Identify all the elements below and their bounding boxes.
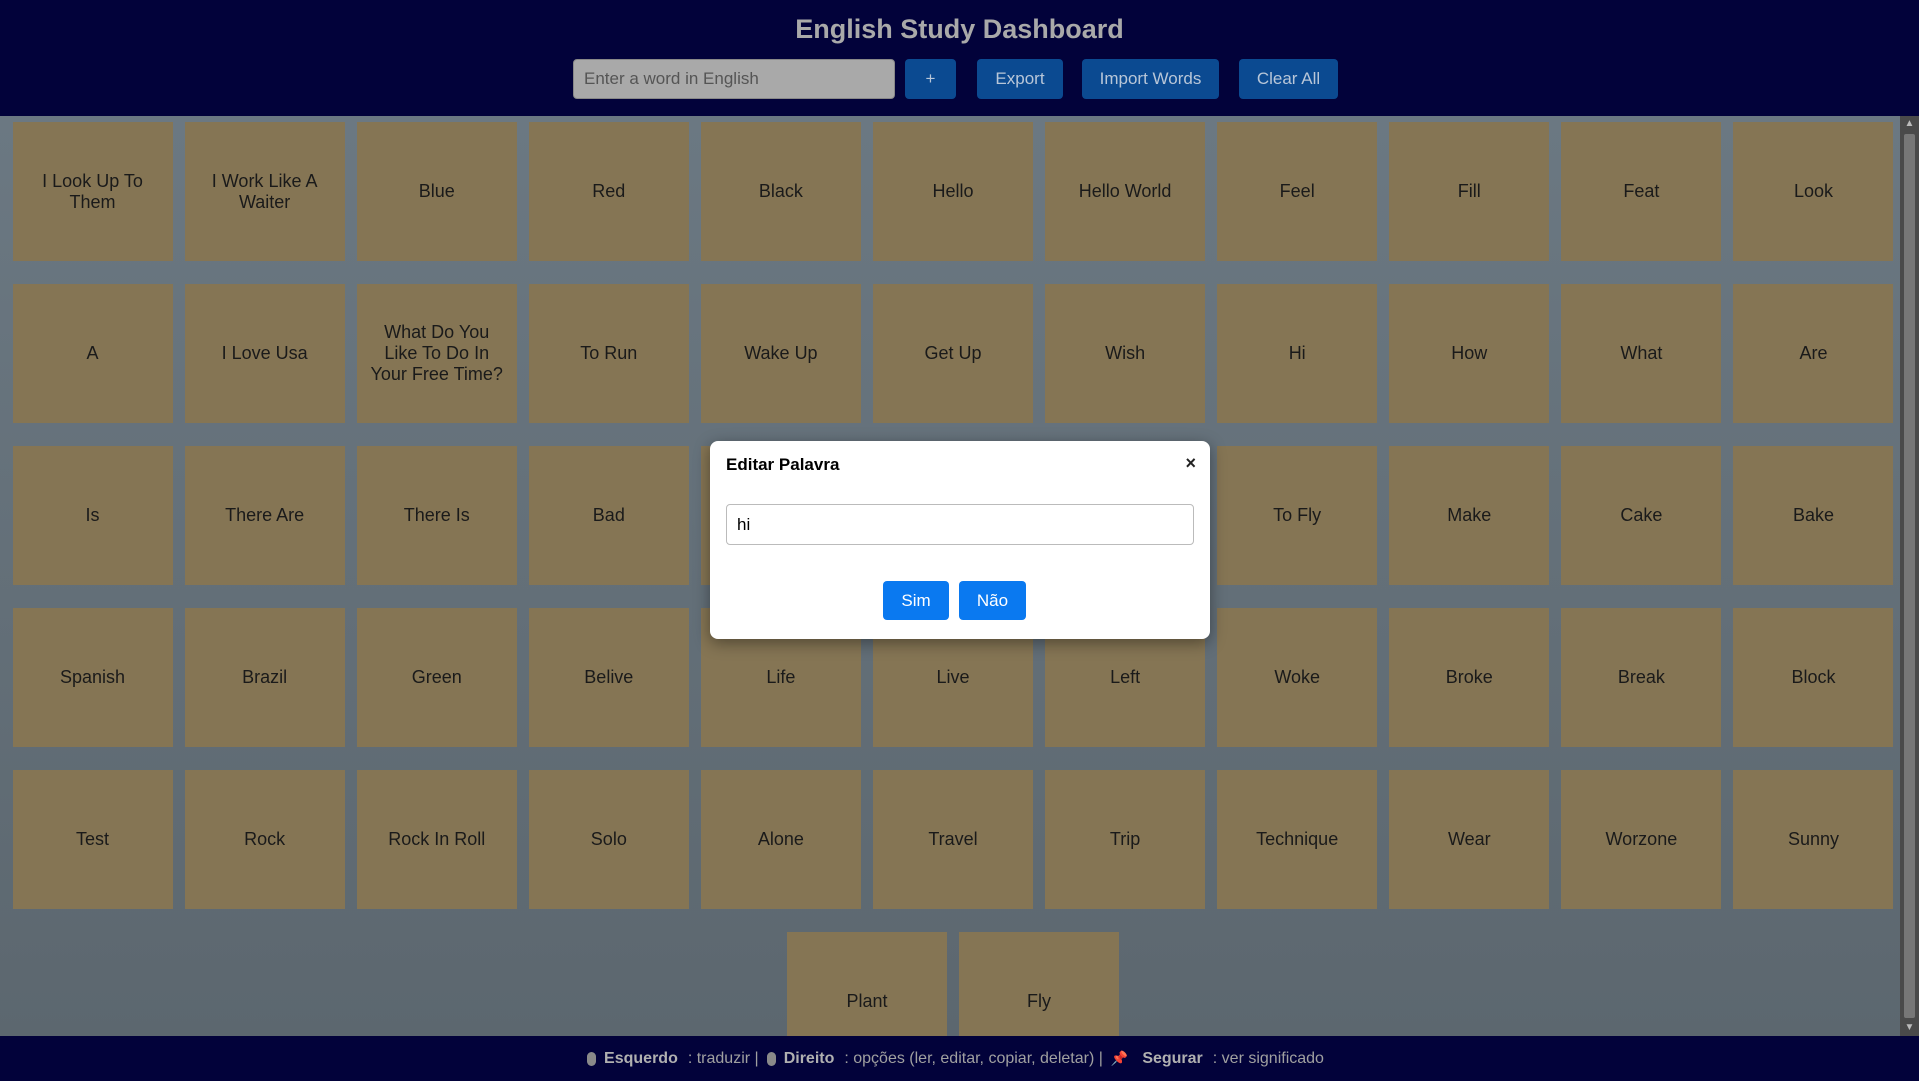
word-card[interactable]: Hello World [1045,122,1206,261]
word-card[interactable]: Bad [528,446,689,585]
word-card[interactable]: I Work Like A Waiter [184,122,345,261]
word-card[interactable]: Is [12,446,173,585]
word-card[interactable]: Test [12,770,173,909]
word-card[interactable]: There Are [184,446,345,585]
word-input[interactable] [573,59,895,99]
pin-icon: 📌 [1110,1050,1129,1066]
page-title: English Study Dashboard [795,14,1124,44]
app-header: English Study Dashboard + Export Import … [0,0,1919,116]
no-button[interactable]: Não [959,581,1026,620]
word-card[interactable]: Feat [1561,122,1722,261]
word-card[interactable]: Alone [700,770,861,909]
mouse-right-icon [766,1051,776,1066]
word-card[interactable]: To Run [528,284,689,423]
word-card[interactable]: Wake Up [700,284,861,423]
word-card[interactable]: Broke [1389,608,1550,747]
scroll-thumb[interactable] [1904,134,1915,1018]
scrollbar[interactable]: ▲ ▼ [1900,116,1919,1036]
yes-button[interactable]: Sim [883,581,949,620]
import-words-button[interactable]: Import Words [1082,59,1219,99]
word-card[interactable]: Woke [1217,608,1378,747]
word-card[interactable]: Sunny [1733,770,1894,909]
scroll-up-icon[interactable]: ▲ [1900,116,1919,132]
footer-help: Esquerdo : traduzir | Direito : opções (… [0,1036,1919,1081]
word-card[interactable]: Technique [1217,770,1378,909]
word-card[interactable]: Hi [1217,284,1378,423]
word-card[interactable]: I Love Usa [184,284,345,423]
word-card[interactable]: Fly [959,932,1120,1036]
word-card[interactable]: Break [1561,608,1722,747]
word-card[interactable]: Brazil [184,608,345,747]
footer-left-text: : traduzir | [687,1049,759,1067]
word-card[interactable]: A [12,284,173,423]
word-card[interactable]: Worzone [1561,770,1722,909]
close-icon[interactable]: × [1185,453,1196,474]
footer-left-label: Esquerdo [604,1049,678,1067]
edit-word-modal: Editar Palavra × Sim Não [710,441,1210,639]
word-card[interactable]: Wish [1045,284,1206,423]
add-word-button[interactable]: + [905,59,956,99]
word-card[interactable]: To Fly [1217,446,1378,585]
word-card[interactable]: Hello [873,122,1033,261]
word-card[interactable]: Solo [528,770,689,909]
word-card[interactable]: Rock [184,770,345,909]
clear-all-button[interactable]: Clear All [1239,59,1338,99]
edit-word-input[interactable] [726,504,1194,545]
footer-right-label: Direito [783,1049,835,1067]
word-card[interactable]: Bake [1733,446,1894,585]
word-card[interactable]: There Is [356,446,517,585]
word-card[interactable]: I Look Up To Them [12,122,173,261]
word-card[interactable]: Are [1733,284,1894,423]
footer-hold-text: : ver significado [1212,1049,1324,1067]
footer-right-text: : opções (ler, editar, copiar, deletar) … [844,1049,1103,1067]
modal-title: Editar Palavra [726,455,840,474]
word-card[interactable]: Look [1733,122,1894,261]
word-card[interactable]: Rock In Roll [356,770,517,909]
word-card[interactable]: Red [528,122,689,261]
word-card[interactable]: Get Up [873,284,1033,423]
word-card[interactable]: Wear [1389,770,1550,909]
word-card[interactable]: Blue [356,122,517,261]
scroll-down-icon[interactable]: ▼ [1900,1020,1919,1036]
word-card[interactable]: Trip [1045,770,1206,909]
word-card[interactable]: How [1389,284,1550,423]
footer-hold-label: Segurar [1142,1049,1203,1067]
word-card[interactable]: Travel [873,770,1033,909]
word-card[interactable]: Feel [1217,122,1378,261]
word-card[interactable]: Plant [786,932,947,1036]
word-card[interactable]: What [1561,284,1722,423]
word-card[interactable]: Black [700,122,861,261]
word-card[interactable]: Fill [1389,122,1550,261]
word-card[interactable]: Spanish [12,608,173,747]
mouse-left-icon [587,1051,597,1066]
word-card[interactable]: Green [356,608,517,747]
word-card[interactable]: Cake [1561,446,1722,585]
export-button[interactable]: Export [977,59,1063,99]
word-card[interactable]: What Do You Like To Do In Your Free Time… [356,284,517,423]
word-card[interactable]: Block [1733,608,1894,747]
word-card[interactable]: Belive [528,608,689,747]
word-card[interactable]: Make [1389,446,1550,585]
